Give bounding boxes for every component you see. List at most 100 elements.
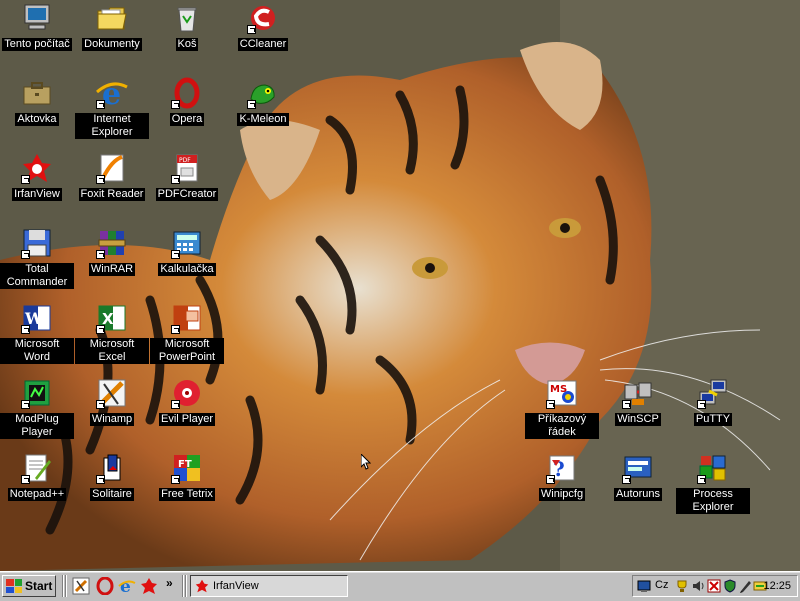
desktop-icon-opera[interactable]: Opera — [150, 77, 224, 126]
desktop-icon-my-computer[interactable]: Tento počítač — [0, 2, 74, 51]
desktop-icon-modplug[interactable]: ModPlug Player — [0, 377, 74, 439]
autoruns-icon — [622, 452, 654, 484]
excel-icon: X — [96, 302, 128, 334]
desktop-icon-winipcfg[interactable]: ? Winipcfg — [525, 452, 599, 501]
stop-tray-icon[interactable] — [707, 579, 721, 593]
quicklaunch-irfanview-icon[interactable] — [140, 577, 158, 595]
desktop-icon-putty[interactable]: PuTTY — [676, 377, 750, 426]
total-commander-icon — [21, 227, 53, 259]
shortcut-arrow-icon — [171, 400, 180, 409]
shortcut-arrow-icon — [697, 475, 706, 484]
shield-tray-icon[interactable] — [723, 579, 737, 593]
desktop-icon-winrar[interactable]: WinRAR — [75, 227, 149, 276]
free-tetrix-icon: FT — [171, 452, 203, 484]
desktop-icon-label: Winamp — [89, 413, 135, 426]
shortcut-arrow-icon — [96, 325, 105, 334]
windows-flag-icon — [6, 579, 22, 593]
recycle-bin-icon — [171, 2, 203, 34]
word-icon: W — [21, 302, 53, 334]
taskbar: Start e » IrfanView Cz 12:25 — [0, 571, 800, 601]
desktop-icon-label: PuTTY — [693, 413, 733, 426]
svg-text:e: e — [120, 577, 131, 595]
taskbar-separator — [65, 575, 67, 597]
winscp-icon — [622, 377, 654, 409]
opera-icon — [171, 77, 203, 109]
shortcut-arrow-icon — [96, 475, 105, 484]
ccleaner-icon — [247, 2, 279, 34]
svg-text:FT: FT — [178, 459, 192, 470]
irfanview-icon — [21, 152, 53, 184]
desktop-icon-irfanview[interactable]: IrfanView — [0, 152, 74, 201]
desktop-icon-excel[interactable]: X Microsoft Excel — [75, 302, 149, 364]
language-indicator[interactable]: Cz — [655, 579, 668, 591]
desktop-icon-internet-explorer[interactable]: e Internet Explorer — [75, 77, 149, 139]
shortcut-arrow-icon — [697, 400, 706, 409]
calculator-icon — [171, 227, 203, 259]
task-button-irfanview[interactable]: IrfanView — [190, 575, 348, 597]
desktop-icon-k-meleon[interactable]: K-Meleon — [226, 77, 300, 126]
desktop-icon-label: Foxit Reader — [78, 188, 146, 201]
desktop-icon-label: Koš — [175, 38, 199, 51]
shortcut-arrow-icon — [546, 400, 555, 409]
volume-tray-icon[interactable] — [691, 579, 705, 593]
desktop-icon-briefcase[interactable]: Aktovka — [0, 77, 74, 126]
shortcut-arrow-icon — [171, 475, 180, 484]
desktop-icon-powerpoint[interactable]: Microsoft PowerPoint — [150, 302, 224, 364]
desktop-icon-label: Microsoft Excel — [75, 338, 149, 364]
desktop-icon-calculator[interactable]: Kalkulačka — [150, 227, 224, 276]
desktop-icon-pdfcreator[interactable]: PDF PDFCreator — [150, 152, 224, 201]
pen-tray-icon[interactable] — [739, 579, 753, 593]
desktop-icon-solitaire[interactable]: Solitaire — [75, 452, 149, 501]
desktop-icon-ccleaner[interactable]: CCleaner — [226, 2, 300, 51]
desktop-icon-process-explorer[interactable]: Process Explorer — [676, 452, 750, 514]
desktop-icon-total-commander[interactable]: Total Commander — [0, 227, 74, 289]
desktop[interactable]: Tento počítač Dokumenty Koš CCleaner Aktovka… — [0, 0, 800, 571]
desktop-icon-label: Microsoft PowerPoint — [150, 338, 224, 364]
desktop-icon-foxit-reader[interactable]: Foxit Reader — [75, 152, 149, 201]
shortcut-arrow-icon — [546, 475, 555, 484]
shortcut-arrow-icon — [21, 400, 30, 409]
desktop-icon-label: K-Meleon — [237, 113, 289, 126]
desktop-icon-recycle-bin[interactable]: Koš — [150, 2, 224, 51]
quicklaunch-internet-explorer-icon[interactable]: e — [118, 577, 136, 595]
irfanview-icon — [195, 579, 209, 593]
taskbar-separator — [185, 575, 187, 597]
desktop-icon-notepadpp[interactable]: Notepad++ — [0, 452, 74, 501]
desktop-icon-label: Process Explorer — [676, 488, 750, 514]
desktop-icon-winscp[interactable]: WinSCP — [601, 377, 675, 426]
modplug-icon — [21, 377, 53, 409]
desktop-icon-label: Opera — [169, 113, 205, 126]
network-tray-icon[interactable] — [637, 579, 651, 593]
internet-explorer-icon: e — [96, 77, 128, 109]
quicklaunch-winamp-icon[interactable] — [72, 577, 90, 595]
desktop-icon-autoruns[interactable]: Autoruns — [601, 452, 675, 501]
taskbar-separator — [182, 575, 184, 597]
desktop-icon-label: Total Commander — [0, 263, 74, 289]
svg-text:PDF: PDF — [179, 157, 191, 164]
trophy-tray-icon[interactable] — [675, 579, 689, 593]
desktop-icon-label: ModPlug Player — [0, 413, 74, 439]
desktop-icon-label: Winipcfg — [538, 488, 586, 501]
desktop-icon-label: PDFCreator — [155, 188, 219, 201]
desktop-icon-label: Kalkulačka — [158, 263, 216, 276]
shortcut-arrow-icon — [622, 475, 631, 484]
clock[interactable]: 12:25 — [763, 580, 791, 592]
quicklaunch-chevron[interactable]: » — [166, 576, 173, 590]
k-meleon-icon — [247, 77, 279, 109]
quicklaunch-opera-icon[interactable] — [96, 577, 114, 595]
shortcut-arrow-icon — [96, 175, 105, 184]
desktop-icon-evil-player[interactable]: Evil Player — [150, 377, 224, 426]
desktop-icon-label: Autoruns — [613, 488, 663, 501]
desktop-icon-winamp[interactable]: Winamp — [75, 377, 149, 426]
desktop-icon-command-prompt[interactable]: MS Příkazový řádek — [525, 377, 599, 439]
desktop-icon-documents-folder[interactable]: Dokumenty — [75, 2, 149, 51]
my-computer-icon — [21, 2, 53, 34]
start-button[interactable]: Start — [2, 575, 56, 597]
powerpoint-icon — [171, 302, 203, 334]
desktop-icon-free-tetrix[interactable]: FT Free Tetrix — [150, 452, 224, 501]
desktop-icon-word[interactable]: W Microsoft Word — [0, 302, 74, 364]
desktop-icon-label: IrfanView — [12, 188, 62, 201]
shortcut-arrow-icon — [96, 400, 105, 409]
desktop-icon-label: WinRAR — [88, 263, 136, 276]
shortcut-arrow-icon — [96, 250, 105, 259]
